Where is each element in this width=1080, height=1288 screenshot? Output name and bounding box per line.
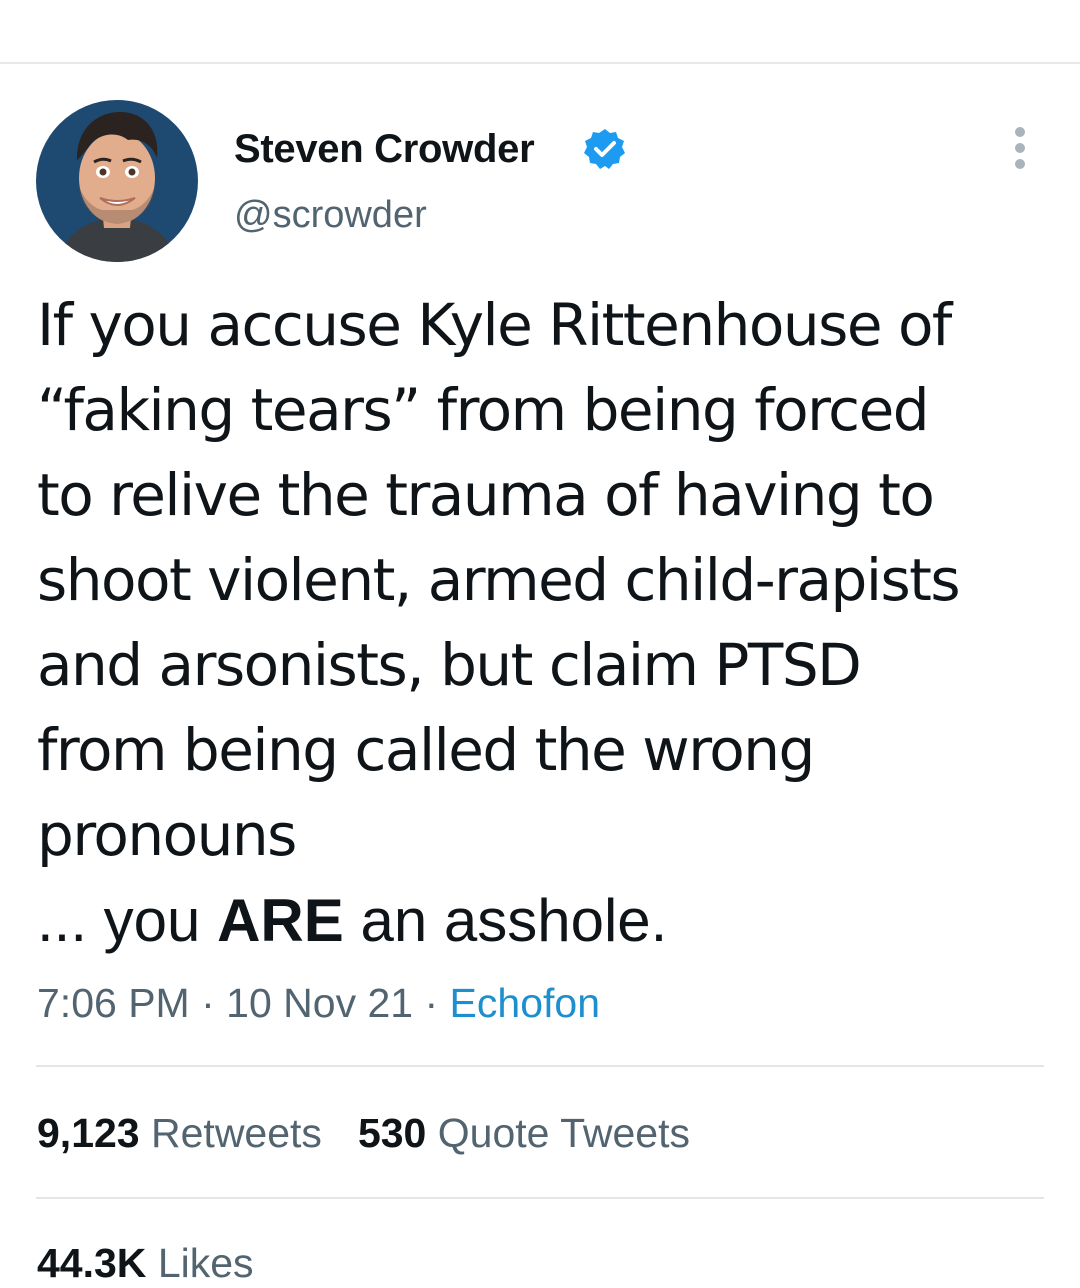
more-options-icon[interactable] [1000, 124, 1040, 172]
tweet-source-link[interactable]: Echofon [450, 980, 600, 1026]
last-line-suffix: an asshole. [343, 887, 668, 954]
avatar[interactable] [36, 100, 198, 262]
author-handle[interactable]: @scrowder [234, 192, 427, 238]
author-name[interactable]: Steven Crowder [234, 126, 535, 172]
tweet-text-line: and arsonists, but claim PTSD [37, 631, 862, 699]
tweet-date: 10 Nov 21 [226, 980, 414, 1026]
engagement-stats: 9,123 Retweets 530 Quote Tweets [37, 1108, 690, 1158]
emphasized-word: ARE [217, 887, 344, 954]
tweet-text-line: shoot violent, armed child-rapists [37, 546, 961, 614]
quote-tweets-label: Quote Tweets [437, 1110, 690, 1156]
top-bar: Tweet [0, 0, 1080, 64]
retweets-link[interactable]: 9,123 Retweets [37, 1110, 322, 1156]
tweet-text-line: to relive the trauma of having to [37, 461, 935, 529]
quote-tweets-link[interactable]: 530 Quote Tweets [358, 1110, 690, 1156]
tweet-text-line: If you accuse Kyle Rittenhouse of [37, 291, 952, 359]
likes-count: 44.3K [37, 1240, 147, 1286]
tweet-text: If you accuse Kyle Rittenhouse of “fakin… [37, 283, 1057, 963]
likes-link[interactable]: 44.3K Likes [37, 1238, 254, 1288]
page-title: Tweet [222, 0, 354, 8]
meta-separator: · [201, 980, 215, 1026]
divider [36, 1065, 1044, 1067]
profile-photo-icon [36, 100, 198, 262]
likes-label: Likes [157, 1240, 254, 1286]
tweet-meta: 7:06 PM · 10 Nov 21 · Echofon [37, 978, 600, 1028]
tweet-text-last-line: ... you ARE an asshole. [37, 878, 1057, 963]
verified-badge-icon [584, 129, 625, 169]
retweets-label: Retweets [151, 1110, 322, 1156]
tweet-text-line: “faking tears” from being forced [37, 376, 930, 444]
tweet-time: 7:06 PM [37, 980, 190, 1026]
retweets-count: 9,123 [37, 1110, 140, 1156]
back-arrow-icon[interactable] [62, 0, 102, 4]
tweet-text-line: pronouns [37, 801, 297, 869]
meta-separator: · [424, 980, 439, 1026]
quote-tweets-count: 530 [357, 1110, 427, 1156]
divider [36, 1197, 1044, 1199]
last-line-prefix: ... you [37, 887, 218, 954]
tweet-text-line: from being called the wrong [37, 716, 815, 784]
